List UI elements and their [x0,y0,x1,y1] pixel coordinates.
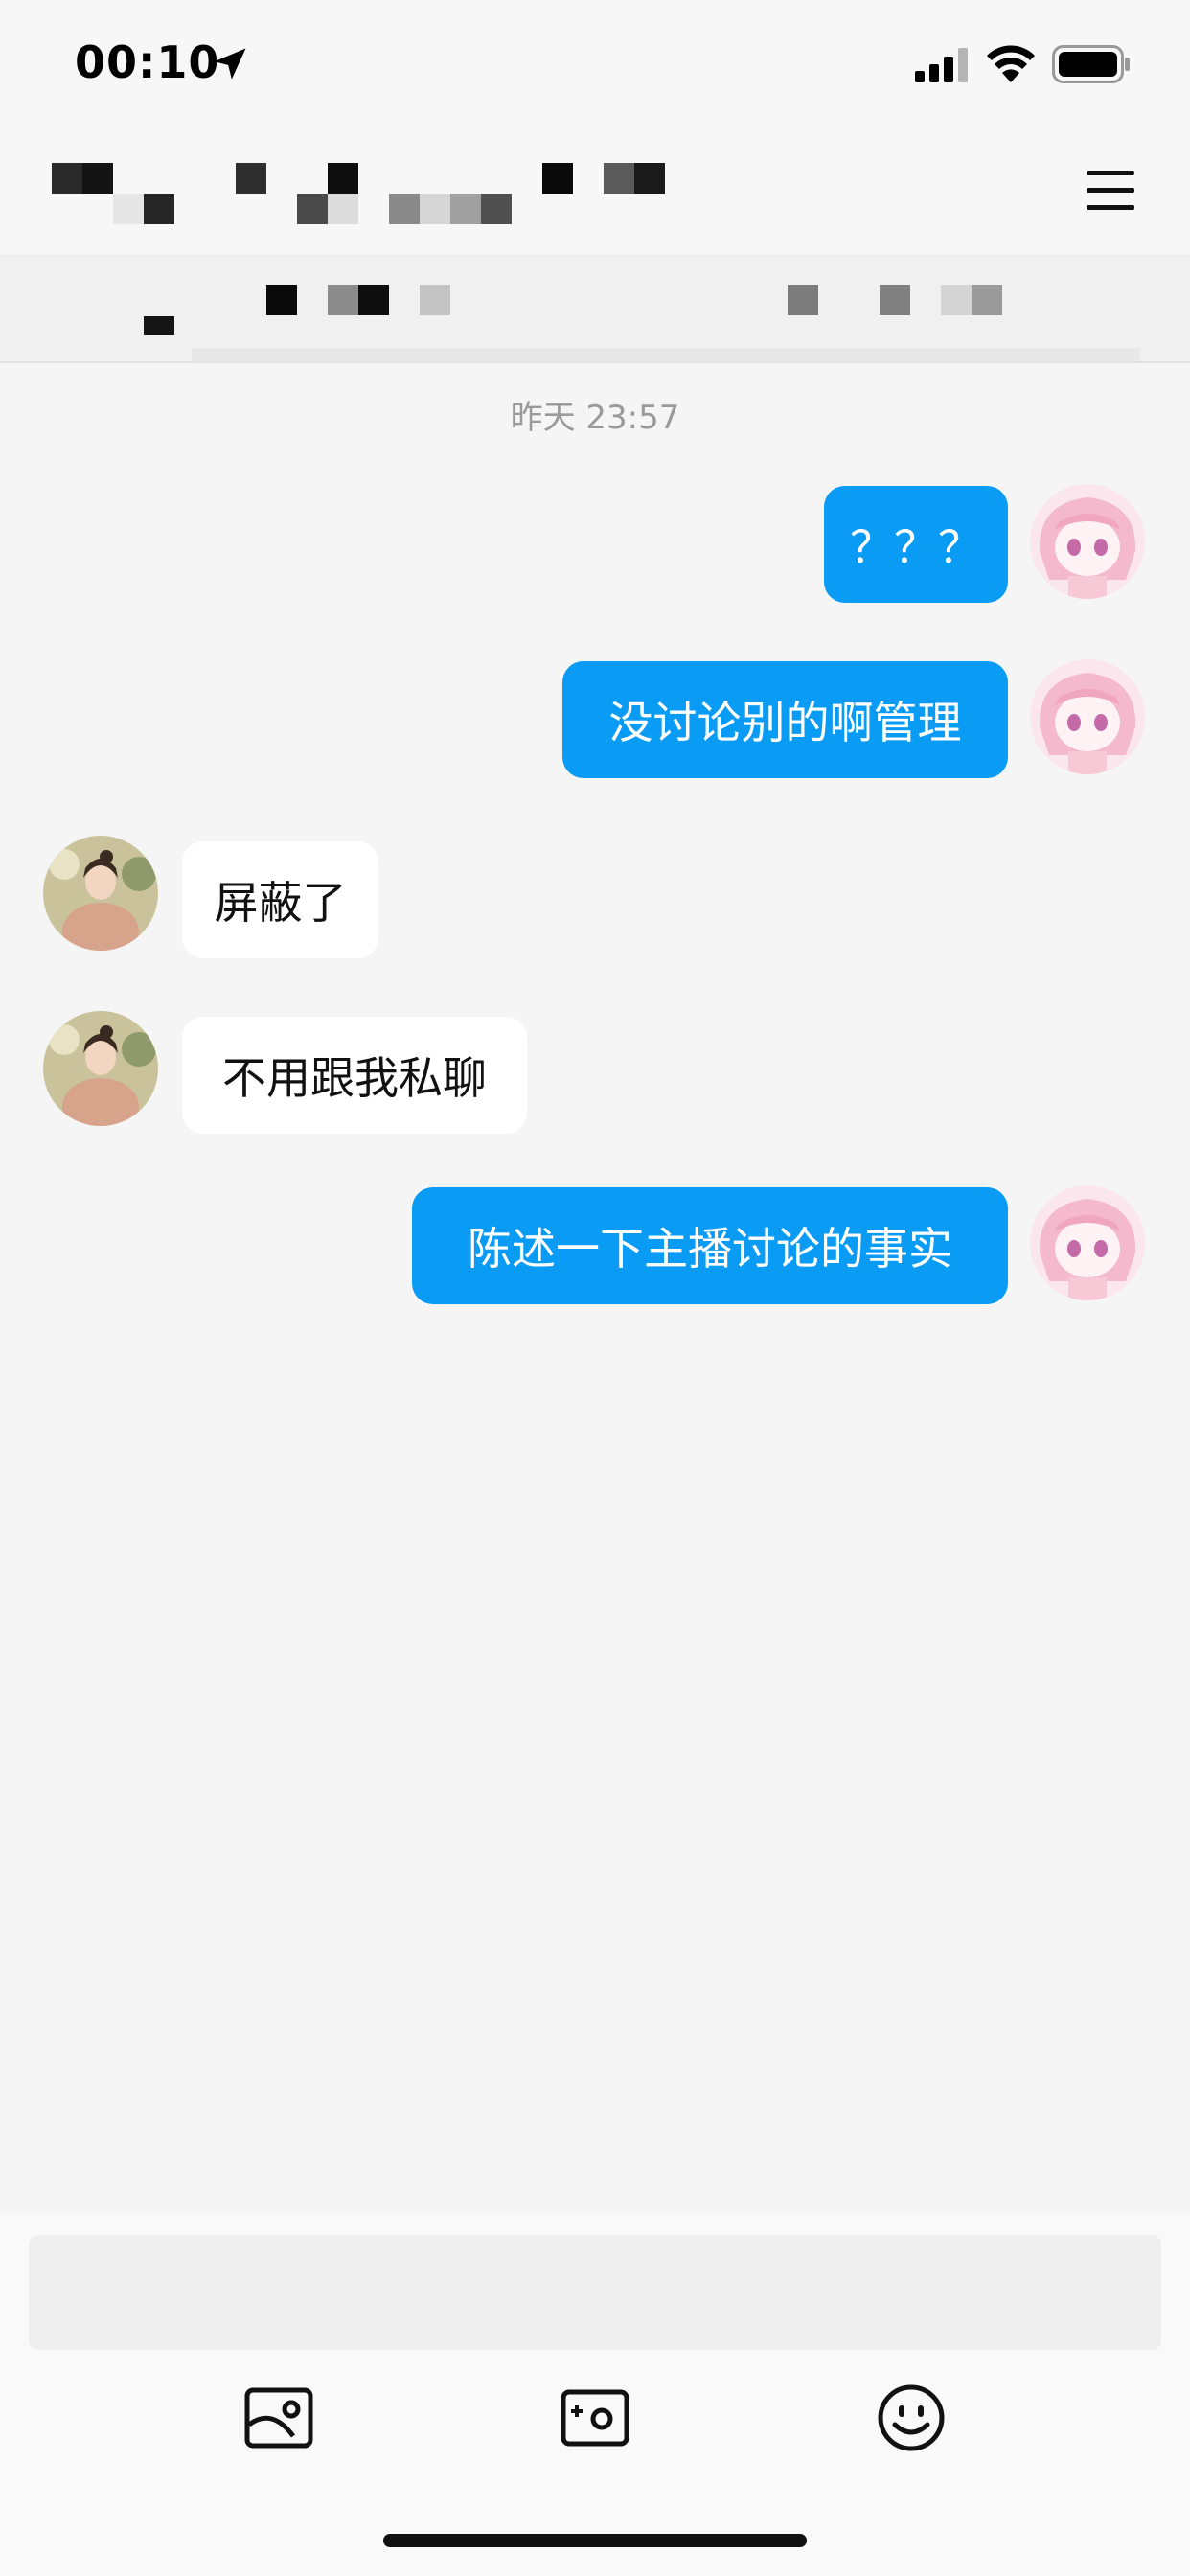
message-text: 屏蔽了 [214,877,347,929]
emoji-icon[interactable] [876,2382,947,2453]
status-time: 00:10 [75,36,220,88]
outgoing-message-bubble[interactable]: ？？？ [824,486,1008,603]
anime-girl-avatar-image [1030,1185,1145,1300]
message-text: 没讨论别的啊管理 [608,697,962,748]
self-avatar[interactable] [1030,1185,1145,1300]
location-arrow-icon [214,48,246,80]
battery-icon [1052,45,1130,83]
outgoing-message-bubble[interactable]: 没讨论别的啊管理 [562,661,1008,778]
message-text: ？？？ [850,521,982,573]
self-avatar[interactable] [1030,484,1145,599]
contact-avatar[interactable] [43,836,158,951]
anime-girl-avatar-image [1030,659,1145,774]
chat-header [0,134,1190,254]
compose-area [0,2212,1190,2576]
status-bar: 00:10 [0,0,1190,134]
camera-icon[interactable] [560,2382,630,2453]
girl-portrait-avatar-image [43,1011,158,1126]
girl-portrait-avatar-image [43,836,158,951]
cellular-signal-icon [915,48,968,82]
menu-icon[interactable] [1087,169,1134,213]
message-timestamp: 昨天 23:57 [510,399,680,437]
home-indicator[interactable] [383,2534,807,2547]
chat-screen: 00:10 昨天 23:57 ？？？ 没讨论别的啊管理 屏蔽了 不用跟我私聊 陈… [0,0,1190,2576]
self-avatar[interactable] [1030,659,1145,774]
incoming-message-bubble[interactable]: 不用跟我私聊 [182,1017,527,1134]
wifi-icon [987,45,1035,82]
pinned-notice-bar[interactable] [0,254,1190,363]
message-text: 陈述一下主播讨论的事实 [468,1223,952,1275]
anime-girl-avatar-image [1030,484,1145,599]
incoming-message-bubble[interactable]: 屏蔽了 [182,841,378,958]
contact-avatar[interactable] [43,1011,158,1126]
outgoing-message-bubble[interactable]: 陈述一下主播讨论的事实 [412,1187,1008,1304]
message-text: 不用跟我私聊 [222,1052,487,1104]
image-icon[interactable] [243,2382,314,2453]
message-input[interactable] [29,2235,1161,2350]
